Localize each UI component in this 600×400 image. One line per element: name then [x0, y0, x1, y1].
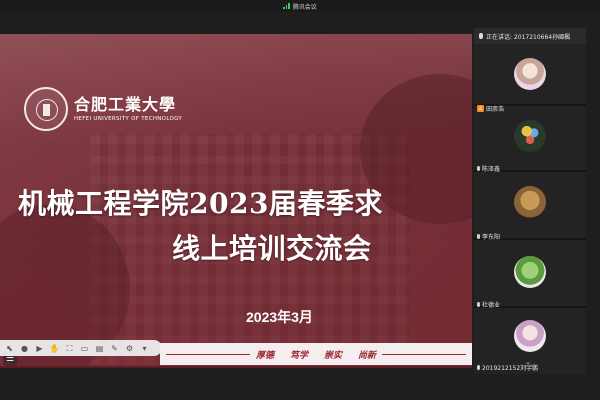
slide-date: 2023年3月 — [246, 309, 313, 325]
speaking-indicator: 正在讲话: 2017210664孙國楓 — [474, 28, 586, 44]
fullscreen-icon[interactable]: ⛶ — [64, 343, 75, 354]
avatar-anime-icon — [514, 320, 546, 352]
motto-word: 尚新 — [358, 350, 377, 361]
university-name-en: HEFEI UNIVERSITY OF TECHNOLOGY — [74, 116, 183, 122]
avatar-desert-icon — [514, 186, 546, 218]
motto-word: 厚德 — [255, 350, 274, 361]
participant-name: 陈泽鑫 — [482, 166, 501, 173]
participant-tile[interactable]: 李东阳 — [474, 234, 586, 306]
presentation-controls: ⬉ ● ▶ ✋ ⛶ ▭ ▤ ✎ ⚙ ▾ — [0, 340, 162, 356]
university-name-cn: 合肥工業大學 — [74, 95, 177, 114]
mic-icon — [477, 302, 480, 307]
participant-name: 田崇浩 — [486, 106, 505, 113]
mic-icon — [477, 365, 480, 370]
hand-icon[interactable]: ✋ — [49, 343, 60, 354]
shared-screen: 合肥工業大學 HEFEI UNIVERSITY OF TECHNOLOGY 机械… — [0, 34, 472, 366]
motto-band: 厚德 笃学 崇实 尚新 — [160, 343, 472, 365]
record-icon[interactable]: ● — [19, 343, 30, 354]
mic-icon — [477, 166, 480, 171]
participant-tile[interactable] — [474, 44, 586, 104]
network-signal-icon — [283, 3, 290, 9]
title-bar: 腾讯会议 — [0, 0, 600, 12]
motto-divider — [382, 353, 466, 355]
chat-icon[interactable]: ▤ — [94, 343, 105, 354]
chevron-down-icon[interactable]: ⌄ — [522, 359, 534, 366]
participant-tile[interactable]: 陈泽鑫 — [474, 166, 586, 238]
participant-tile[interactable]: ♙ 田崇浩 — [474, 105, 586, 170]
play-icon[interactable]: ▶ — [34, 343, 45, 354]
meeting-window: 腾讯会议 合肥工業大學 HEFEI UNIVERSITY OF TECHNOLO… — [0, 0, 600, 400]
mic-icon — [479, 33, 483, 39]
avatar-balloons-icon — [514, 120, 546, 152]
host-icon: ♙ — [477, 105, 484, 112]
avatar-cartoon-icon — [514, 256, 546, 288]
speaking-label: 正在讲话: 2017210664孙國楓 — [486, 33, 571, 41]
slide-title-line2: 线上培训交流会 — [172, 232, 372, 265]
university-seal-icon — [24, 87, 68, 131]
settings-icon[interactable]: ⚙ — [124, 343, 135, 354]
more-icon[interactable]: ▾ — [139, 343, 150, 354]
laser-pointer-icon[interactable]: ⬉ — [4, 343, 15, 354]
motto-word: 崇实 — [324, 350, 343, 361]
slide-title-line1: 机械工程学院2023届春季求 — [18, 187, 383, 220]
window-title: 腾讯会议 — [292, 3, 317, 11]
pen-icon[interactable]: ✎ — [109, 343, 120, 354]
participant-name: 李东阳 — [482, 234, 501, 241]
participant-name: 杜德业 — [482, 302, 501, 309]
video-icon[interactable]: ▭ — [79, 343, 90, 354]
university-logo: 合肥工業大學 HEFEI UNIVERSITY OF TECHNOLOGY — [24, 87, 182, 131]
participant-panel: 正在讲话: 2017210664孙國楓 ♙ 田崇浩 陈泽鑫 李东阳 杜德业 20… — [474, 28, 586, 374]
motto-divider — [166, 353, 250, 355]
mic-icon — [477, 234, 480, 239]
avatar-girl-icon — [514, 58, 546, 90]
motto-word: 笃学 — [289, 350, 308, 361]
slide-footer-band — [0, 366, 472, 368]
